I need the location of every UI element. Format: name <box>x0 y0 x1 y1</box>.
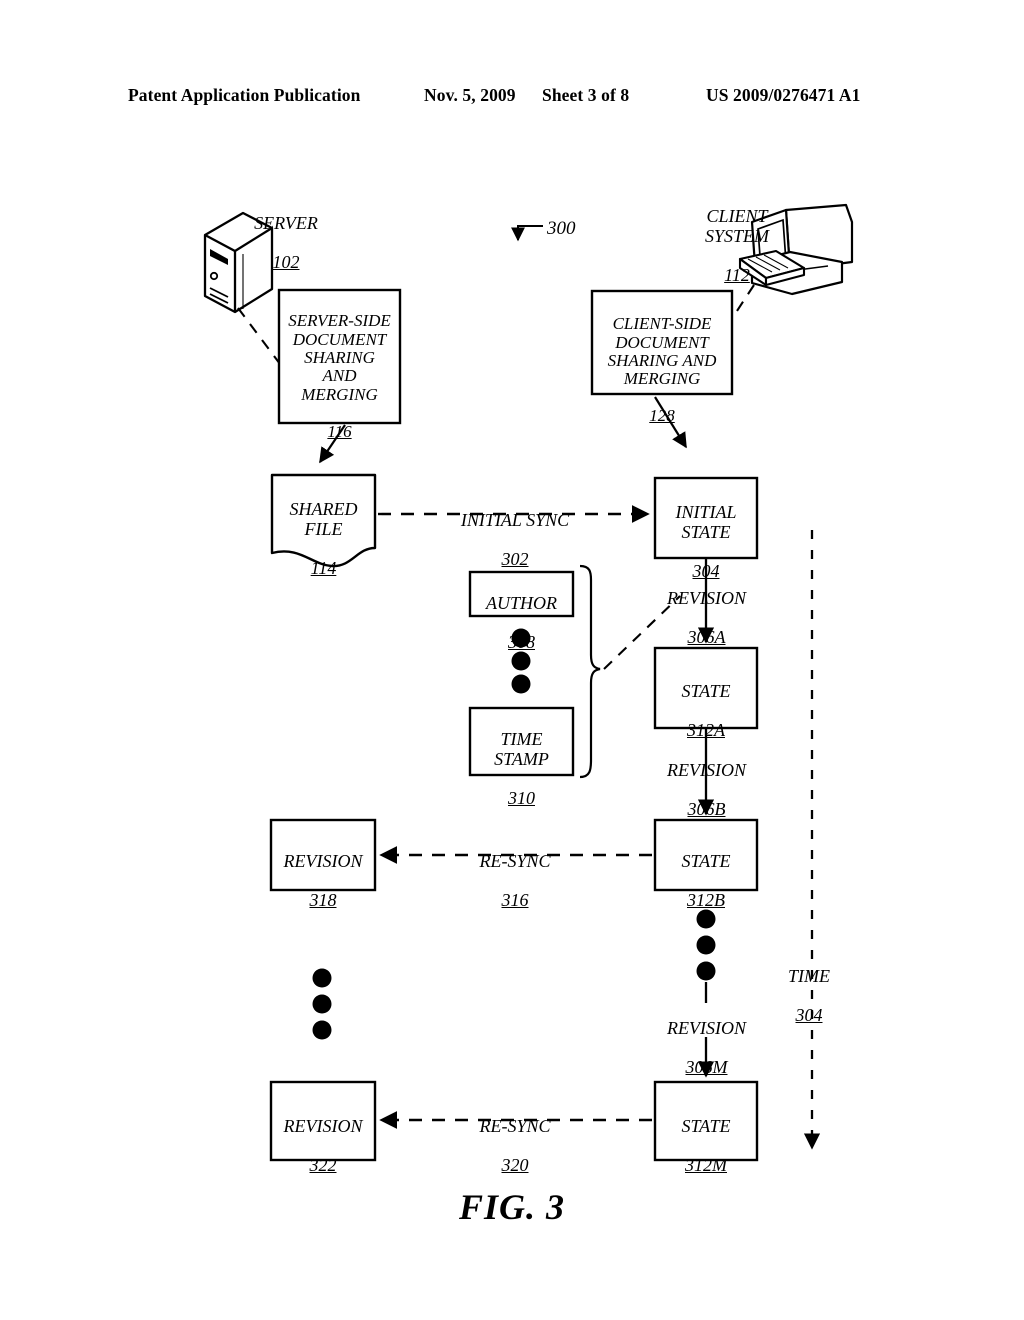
state-312a-box <box>653 646 759 730</box>
diagram-ref-leader <box>511 225 543 242</box>
revision-322-box <box>269 1080 377 1162</box>
desktop-computer-icon <box>738 203 854 296</box>
server-side-module-box <box>277 288 402 425</box>
initial-state-box <box>653 476 759 560</box>
state-312b-box <box>653 818 759 892</box>
revision-attributes-brace <box>579 564 601 779</box>
server-module-to-shared-file-arrow <box>319 424 346 464</box>
server-tower-icon <box>203 211 274 314</box>
revision-318-box <box>269 818 377 892</box>
figure-caption: FIG. 3 <box>458 1187 566 1227</box>
client-side-module-box <box>590 289 734 396</box>
state-sequence-ellipsis <box>696 909 716 981</box>
author-timestamp-ellipsis <box>511 628 531 694</box>
shared-file-shape <box>270 473 377 568</box>
figure-drawing-canvas <box>203 203 854 1162</box>
diagram-ref-300: 300 <box>547 218 576 239</box>
client-module-to-initial-state-arrow <box>654 396 687 449</box>
state-312m-box <box>653 1080 759 1162</box>
revision-sequence-ellipsis <box>312 968 332 1040</box>
author-box <box>468 570 575 618</box>
time-stamp-box <box>468 706 575 777</box>
